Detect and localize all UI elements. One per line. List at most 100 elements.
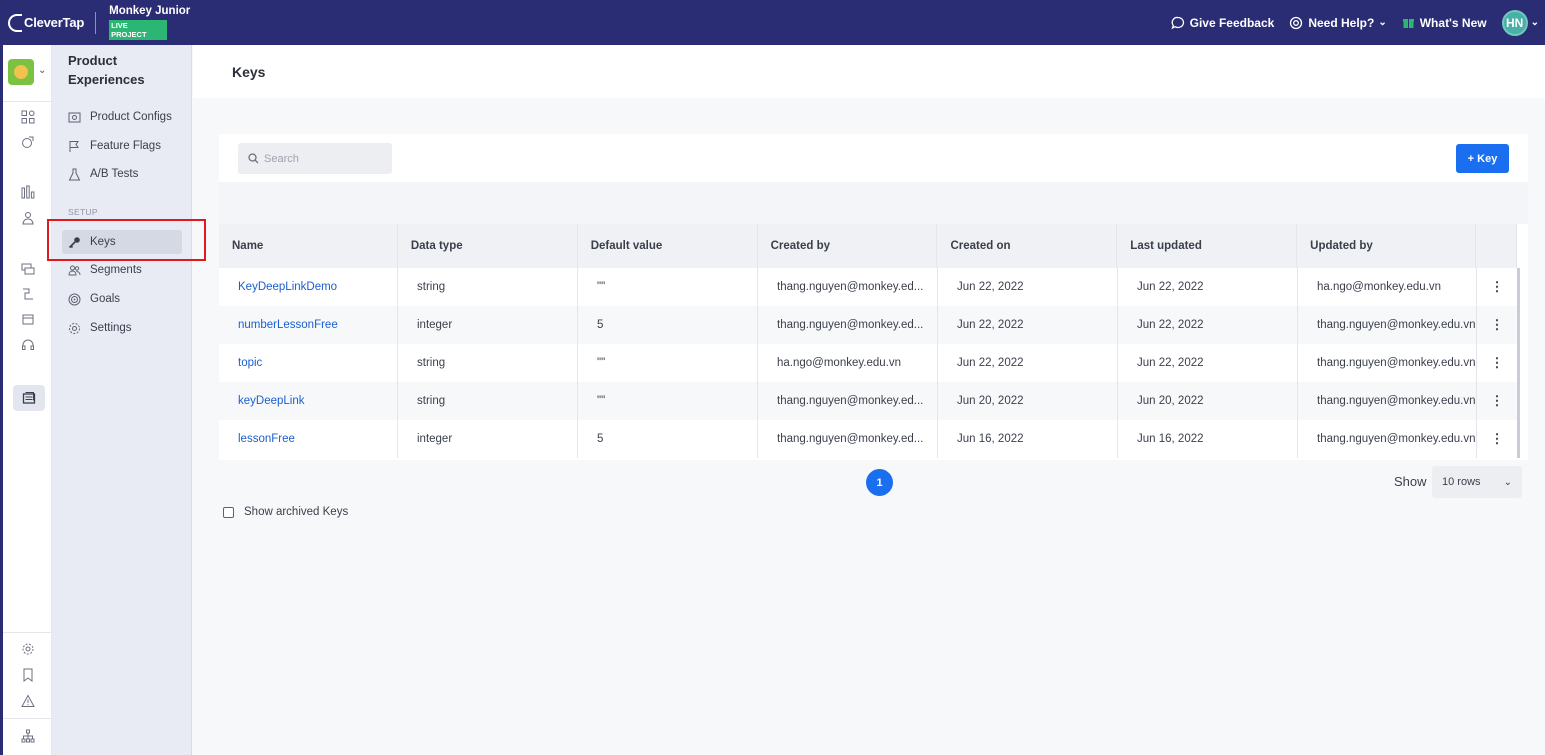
row-menu-icon[interactable]: ⋮ bbox=[1477, 344, 1517, 382]
sidebar-item-ab-tests[interactable]: A/B Tests bbox=[62, 162, 182, 186]
toolbar-spacer bbox=[219, 182, 1528, 224]
icon-rail: ⌄ bbox=[0, 45, 52, 755]
whats-new-button[interactable]: What's New bbox=[1402, 16, 1487, 30]
bookmark-icon[interactable] bbox=[20, 667, 36, 683]
project-switcher[interactable]: Monkey Junior LIVE PROJECT bbox=[109, 5, 190, 40]
key-name-link[interactable]: numberLessonFree bbox=[219, 306, 398, 344]
sidebar-item-feature-flags[interactable]: Feature Flags bbox=[62, 134, 182, 158]
updated-by-cell: thang.nguyen@monkey.edu.vn bbox=[1298, 344, 1477, 382]
users-icon[interactable] bbox=[20, 210, 36, 226]
updated-by-cell: ha.ngo@monkey.edu.vn bbox=[1298, 268, 1477, 306]
sidebar-item-segments[interactable]: Segments bbox=[62, 258, 182, 282]
section-sidenav: Product Experiences Product Configs Feat… bbox=[52, 45, 192, 755]
sidebar-item-label: Goals bbox=[90, 293, 121, 305]
analytics-icon[interactable] bbox=[20, 184, 36, 200]
chevron-down-icon: ⌄ bbox=[1503, 476, 1512, 488]
need-help-menu[interactable]: Need Help? ⌄ bbox=[1289, 15, 1387, 30]
column-header-actions bbox=[1476, 224, 1516, 268]
messages-icon[interactable] bbox=[20, 261, 36, 277]
column-header-updated-by[interactable]: Updated by bbox=[1297, 224, 1477, 268]
engagement-icon[interactable] bbox=[20, 134, 36, 150]
key-name-link[interactable]: topic bbox=[219, 344, 398, 382]
key-name-link[interactable]: KeyDeepLinkDemo bbox=[219, 268, 398, 306]
need-help-label: Need Help? bbox=[1308, 15, 1375, 30]
table-row: lessonFree integer 5 thang.nguyen@monkey… bbox=[219, 420, 1517, 458]
dashboard-icon[interactable] bbox=[20, 109, 36, 125]
give-feedback-button[interactable]: Give Feedback bbox=[1171, 15, 1275, 30]
chat-bubble-icon bbox=[1171, 16, 1184, 29]
goal-icon bbox=[68, 293, 81, 305]
gift-icon bbox=[1402, 19, 1414, 28]
user-avatar[interactable]: HN bbox=[1501, 9, 1528, 36]
user-menu-chevron-icon[interactable]: ⌄ bbox=[1531, 17, 1539, 28]
column-header-created-on[interactable]: Created on bbox=[937, 224, 1118, 268]
give-feedback-label: Give Feedback bbox=[1189, 15, 1275, 30]
column-header-created-by[interactable]: Created by bbox=[758, 224, 938, 268]
page-button-current[interactable]: 1 bbox=[866, 469, 893, 496]
chevron-down-icon[interactable]: ⌄ bbox=[38, 65, 46, 76]
project-avatar[interactable] bbox=[8, 59, 34, 85]
monkey-logo-icon bbox=[14, 65, 28, 79]
search-icon bbox=[248, 153, 259, 164]
default-value-cell: "" bbox=[578, 344, 758, 382]
warning-icon[interactable] bbox=[20, 693, 36, 709]
table-row: numberLessonFree integer 5 thang.nguyen@… bbox=[219, 306, 1517, 344]
sidebar-item-label: A/B Tests bbox=[90, 168, 139, 180]
row-menu-icon[interactable]: ⋮ bbox=[1477, 382, 1517, 420]
row-menu-icon[interactable]: ⋮ bbox=[1477, 306, 1517, 344]
show-archived-toggle[interactable]: Show archived Keys bbox=[223, 506, 348, 518]
keys-table-card: Search + Key Name Data type Default valu… bbox=[219, 134, 1528, 460]
table-row: keyDeepLink string "" thang.nguyen@monke… bbox=[219, 382, 1517, 420]
rows-per-page-select[interactable]: 10 rows ⌄ bbox=[1432, 466, 1522, 498]
section-title: Product Experiences bbox=[68, 53, 145, 87]
sidebar-item-product-configs[interactable]: Product Configs bbox=[62, 105, 182, 129]
data-type-cell: integer bbox=[398, 420, 578, 458]
project-name: Monkey Junior bbox=[109, 5, 191, 17]
table-header: Name Data type Default value Created by … bbox=[219, 224, 1517, 268]
search-input[interactable]: Search bbox=[238, 143, 392, 174]
row-menu-icon[interactable]: ⋮ bbox=[1477, 420, 1517, 458]
product-experiences-icon[interactable] bbox=[13, 385, 45, 411]
gear-icon bbox=[69, 322, 80, 334]
key-name-link[interactable]: lessonFree bbox=[219, 420, 398, 458]
support-icon[interactable] bbox=[20, 337, 36, 353]
sidebar-item-label: Feature Flags bbox=[90, 140, 161, 152]
page-title: Keys bbox=[232, 64, 266, 80]
last-updated-cell: Jun 20, 2022 bbox=[1118, 382, 1298, 420]
clevertap-logo[interactable]: CleverTap bbox=[8, 13, 84, 32]
sidebar-item-goals[interactable]: Goals bbox=[62, 287, 182, 311]
data-type-cell: string bbox=[398, 268, 578, 306]
column-header-name[interactable]: Name bbox=[219, 224, 398, 268]
search-placeholder: Search bbox=[264, 152, 299, 165]
updated-by-cell: thang.nguyen@monkey.edu.vn bbox=[1298, 382, 1477, 420]
add-key-button[interactable]: + Key bbox=[1456, 144, 1509, 173]
created-on-cell: Jun 22, 2022 bbox=[938, 306, 1118, 344]
last-updated-cell: Jun 22, 2022 bbox=[1118, 268, 1298, 306]
table-toolbar: Search + Key bbox=[219, 134, 1528, 182]
live-project-badge: LIVE PROJECT bbox=[109, 20, 168, 40]
org-chart-icon[interactable] bbox=[20, 728, 36, 744]
updated-by-cell: thang.nguyen@monkey.edu.vn bbox=[1298, 306, 1477, 344]
key-name-link[interactable]: keyDeepLink bbox=[219, 382, 398, 420]
table-row: topic string "" ha.ngo@monkey.edu.vn Jun… bbox=[219, 344, 1517, 382]
default-value-cell: 5 bbox=[578, 420, 758, 458]
created-on-cell: Jun 16, 2022 bbox=[938, 420, 1118, 458]
show-archived-checkbox[interactable] bbox=[223, 506, 234, 518]
logo-mark-icon bbox=[8, 13, 22, 32]
show-archived-label: Show archived Keys bbox=[244, 506, 349, 518]
lifebuoy-icon bbox=[1290, 16, 1303, 29]
table-scrollbar[interactable] bbox=[1517, 268, 1520, 458]
sidebar-item-settings[interactable]: Settings bbox=[62, 316, 182, 340]
updated-by-cell: thang.nguyen@monkey.edu.vn bbox=[1298, 420, 1477, 458]
settings-gear-icon[interactable] bbox=[20, 641, 36, 657]
row-menu-icon[interactable]: ⋮ bbox=[1477, 268, 1517, 306]
catalog-icon[interactable] bbox=[20, 311, 36, 327]
divider bbox=[3, 718, 52, 719]
column-header-last-updated[interactable]: Last updated bbox=[1117, 224, 1298, 268]
column-header-data-type[interactable]: Data type bbox=[398, 224, 578, 268]
column-header-default-value[interactable]: Default value bbox=[578, 224, 758, 268]
created-by-cell: thang.nguyen@monkey.ed... bbox=[758, 306, 938, 344]
journeys-icon[interactable] bbox=[20, 286, 36, 302]
default-value-cell: 5 bbox=[578, 306, 758, 344]
flag-icon bbox=[69, 140, 79, 152]
